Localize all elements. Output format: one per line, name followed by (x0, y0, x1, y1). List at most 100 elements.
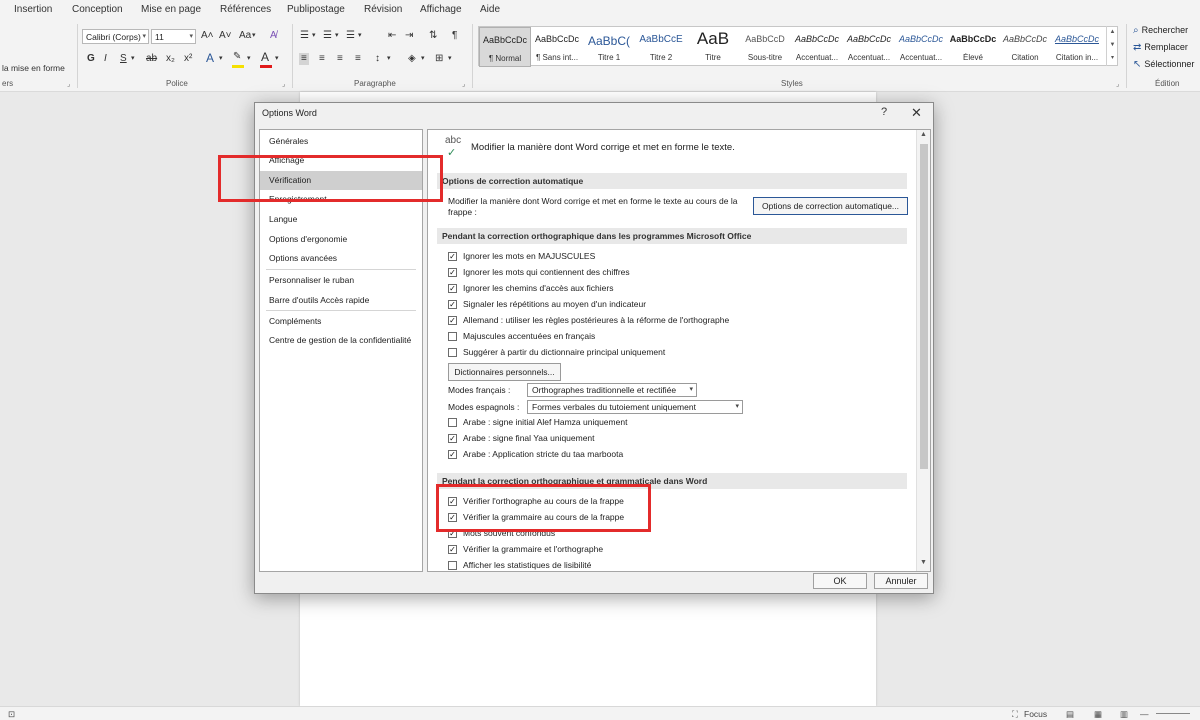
checkbox-checked-icon[interactable]: ✓ (448, 316, 457, 325)
focus-label[interactable]: Focus (1024, 709, 1047, 719)
clear-formatting-icon[interactable]: A̸ (270, 30, 277, 42)
checkbox-unchecked-icon[interactable] (448, 561, 457, 570)
nav-item-langue[interactable]: Langue (260, 210, 422, 229)
chevron-down-icon[interactable]: ▾ (387, 53, 391, 65)
tab-aide[interactable]: Aide (480, 4, 500, 15)
chevron-down-icon[interactable]: ▾ (275, 53, 279, 65)
print-layout-icon[interactable]: ▦ (1094, 709, 1102, 720)
italic-button[interactable]: I (104, 53, 107, 65)
autocorrect-options-button[interactable]: Options de correction automatique... (753, 197, 908, 215)
nav-item-ergonomie[interactable]: Options d'ergonomie (260, 230, 422, 249)
cancel-button[interactable]: Annuler (874, 573, 928, 589)
custom-dictionaries-button[interactable]: Dictionnaires personnels... (448, 363, 561, 381)
line-spacing-icon[interactable]: ↕ (375, 53, 380, 65)
style-7[interactable]: AaBbCcDc Accentuat... (791, 27, 843, 67)
shading-icon[interactable]: ◈ (408, 53, 416, 65)
tab-insertion[interactable]: Insertion (14, 4, 52, 15)
checkbox-checked-icon[interactable]: ✓ (448, 545, 457, 554)
borders-icon[interactable]: ⊞ (435, 53, 443, 65)
scrollbar-thumb[interactable] (920, 144, 928, 469)
tab-conception[interactable]: Conception (72, 4, 123, 15)
chevron-down-icon[interactable]: ▾ (448, 53, 452, 65)
nav-item-complements[interactable]: Compléments (260, 312, 422, 331)
style-4[interactable]: AaBbCcE Titre 2 (635, 27, 687, 67)
chevron-down-icon[interactable]: ▾ (219, 53, 223, 65)
align-center-icon[interactable]: ≡ (319, 53, 325, 65)
pilcrow-icon[interactable]: ¶ (452, 30, 457, 42)
style-10[interactable]: AaBbCcDc Élevé (947, 27, 999, 67)
checkbox-unchecked-icon[interactable] (448, 332, 457, 341)
subscript-button[interactable]: x₂ (166, 53, 175, 65)
styles-launcher-icon[interactable]: ⌟ (1116, 80, 1119, 88)
chevron-down-icon[interactable]: ▾ (421, 53, 425, 65)
tab-publipostage[interactable]: Publipostage (287, 4, 345, 15)
panel-scrollbar[interactable]: ▲ ▼ (916, 130, 930, 571)
font-name-select[interactable]: Calibri (Corps) ▾ (82, 29, 149, 44)
text-effects-button[interactable]: A (206, 52, 214, 64)
ok-button[interactable]: OK (813, 573, 867, 589)
multilevel-list-icon[interactable]: ☰ (346, 30, 355, 42)
strikethrough-button[interactable]: ab (146, 53, 157, 65)
help-icon[interactable]: ? (881, 106, 887, 118)
chevron-down-icon[interactable]: ▾ (312, 30, 316, 42)
font-size-select[interactable]: 11 ▾ (151, 29, 196, 44)
decrease-indent-icon[interactable]: ⇤ (388, 30, 396, 42)
zoom-slider[interactable] (1156, 713, 1190, 714)
checkbox-checked-icon[interactable]: ✓ (448, 268, 457, 277)
paragraph-launcher-icon[interactable]: ⌟ (462, 80, 465, 88)
checkbox-unchecked-icon[interactable] (448, 348, 457, 357)
read-mode-icon[interactable]: ▤ (1066, 709, 1074, 720)
font-launcher-icon[interactable]: ⌟ (282, 80, 285, 88)
chevron-up-icon[interactable]: ▲ (1107, 26, 1118, 39)
chevron-down-icon[interactable]: ▾ (358, 30, 362, 42)
web-layout-icon[interactable]: ▥ (1120, 709, 1128, 720)
style-3[interactable]: AaBbC(Titre 1 (583, 27, 635, 67)
checkbox-unchecked-icon[interactable] (448, 418, 457, 427)
font-color-button[interactable]: A (261, 51, 269, 63)
justify-icon[interactable]: ≡ (355, 53, 361, 65)
chevron-down-icon[interactable]: ▾ (252, 30, 256, 42)
close-icon[interactable]: ✕ (911, 105, 922, 121)
chevron-down-icon[interactable]: ▾ (335, 30, 339, 42)
tab-references[interactable]: Références (220, 4, 271, 15)
clipboard-launcher-icon[interactable]: ⌟ (67, 80, 70, 88)
increase-indent-icon[interactable]: ⇥ (405, 30, 413, 42)
chevron-down-icon[interactable]: ▼ (1107, 39, 1118, 52)
bullets-icon[interactable]: ☰ (300, 30, 309, 42)
superscript-button[interactable]: x² (184, 53, 192, 65)
highlight-button[interactable]: ✎ (233, 51, 241, 63)
style-12[interactable]: AaBbCcDc Citation in... (1051, 27, 1103, 67)
style-8[interactable]: AaBbCcDc Accentuat... (843, 27, 895, 67)
chevron-up-icon[interactable]: ▲ (920, 131, 927, 138)
styles-gallery-scroll[interactable]: ▲ ▼ ▾ (1106, 26, 1118, 66)
checkbox-checked-icon[interactable]: ✓ (448, 300, 457, 309)
numbering-icon[interactable]: ☰ (323, 30, 332, 42)
nav-item-confidentialite[interactable]: Centre de gestion de la confidentialité (260, 331, 422, 350)
chevron-down-icon[interactable]: ▾ (131, 53, 135, 65)
find-button[interactable]: ⌕ Rechercher (1133, 25, 1188, 36)
select-button[interactable]: ↖ Sélectionner (1133, 59, 1194, 70)
nav-item-acces-rapide[interactable]: Barre d'outils Accès rapide (260, 291, 422, 310)
zoom-out-icon[interactable]: — (1140, 709, 1149, 719)
sort-icon[interactable]: ⇅ (429, 30, 437, 42)
style-2[interactable]: AaBbCcDc ¶ Sans int... (531, 27, 583, 67)
checkbox-checked-icon[interactable]: ✓ (448, 252, 457, 261)
nav-item-avancees[interactable]: Options avancées (260, 249, 422, 268)
nav-item-ruban[interactable]: Personnaliser le ruban (260, 271, 422, 290)
format-painter-label[interactable]: la mise en forme (2, 62, 65, 74)
grow-font-button[interactable]: A˄ (201, 30, 214, 42)
align-left-icon[interactable]: ≡ (299, 53, 309, 65)
chevron-down-icon[interactable]: ▼ (920, 559, 927, 566)
nav-item-generales[interactable]: Générales (260, 132, 422, 151)
checkbox-checked-icon[interactable]: ✓ (448, 450, 457, 459)
status-page-icon[interactable]: ⊡ (8, 709, 15, 720)
change-case-button[interactable]: Aa (239, 30, 251, 42)
style-1[interactable]: AaBbCcDc ¶ Normal (479, 27, 531, 67)
focus-icon[interactable]: ⛶ (1012, 709, 1018, 720)
checkbox-checked-icon[interactable]: ✓ (448, 284, 457, 293)
tab-mise-en-page[interactable]: Mise en page (141, 4, 201, 15)
spanish-modes-select[interactable]: Formes verbales du tutoiement uniquement… (527, 400, 743, 414)
style-11[interactable]: AaBbCcDc Citation (999, 27, 1051, 67)
tab-affichage[interactable]: Affichage (420, 4, 462, 15)
bold-button[interactable]: G (87, 53, 95, 65)
